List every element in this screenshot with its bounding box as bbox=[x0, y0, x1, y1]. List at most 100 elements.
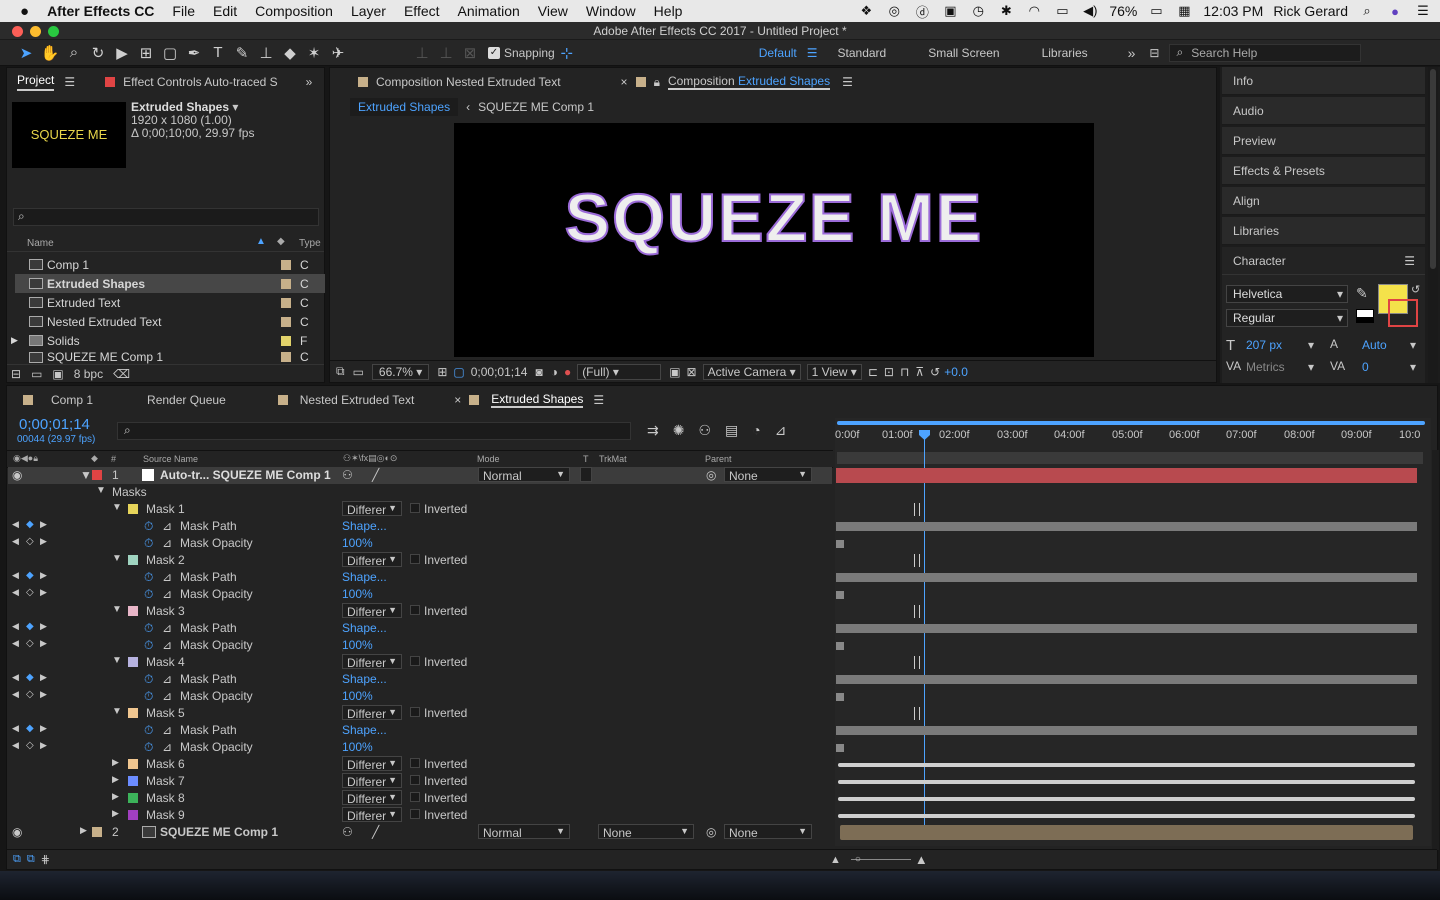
trash-icon[interactable]: ⌫ bbox=[113, 367, 130, 381]
mask-row[interactable]: ▼ Mask 2 Differer ▼ Inverted bbox=[8, 552, 832, 569]
layer-row[interactable]: ◉ ▶ 2 SQUEZE ME Comp 1 ⚇ ╱ Normal ▼ None ▼… bbox=[8, 824, 832, 841]
mask-mode-dropdown[interactable]: Differer ▼ bbox=[342, 654, 402, 670]
timeline-search-input[interactable]: ⌕ bbox=[117, 422, 631, 440]
mask-opacity-value[interactable]: 100% bbox=[342, 638, 373, 652]
layer-time-marker[interactable] bbox=[914, 554, 920, 567]
search-help-input[interactable]: Search Help bbox=[1191, 46, 1257, 60]
mask-opacity-value[interactable]: 100% bbox=[342, 536, 373, 550]
keyframe-icon[interactable]: ◇ bbox=[26, 740, 34, 751]
next-keyframe-icon[interactable]: ▶ bbox=[40, 621, 47, 632]
graph-icon[interactable]: ⊿ bbox=[162, 587, 172, 601]
project-item[interactable]: SQUEZE ME Comp 1 C bbox=[15, 350, 325, 364]
graph-icon[interactable]: ⊿ bbox=[162, 689, 172, 703]
workspace-libraries[interactable]: Libraries bbox=[1042, 46, 1088, 60]
resolution-dropdown[interactable]: (Full) ▾ bbox=[577, 363, 662, 380]
stroke-color-swatch[interactable] bbox=[1388, 299, 1418, 327]
quality-switch-icon[interactable]: ╱ bbox=[372, 825, 379, 839]
tab-nested-extruded-text[interactable]: Composition Nested Extruded Text bbox=[376, 75, 561, 89]
prev-keyframe-icon[interactable]: ◀ bbox=[12, 536, 19, 547]
keyframe-icon[interactable]: ◆ bbox=[26, 621, 34, 632]
composition-mini-flowchart-icon[interactable]: ⇉ bbox=[647, 422, 659, 439]
eraser-tool-icon[interactable]: ◆ bbox=[278, 42, 302, 64]
reset-exposure-icon[interactable]: ↺ bbox=[930, 365, 940, 379]
mask-name[interactable]: Mask 9 bbox=[146, 808, 185, 822]
timeline-icon[interactable]: ⊓ bbox=[900, 365, 909, 379]
menu-window[interactable]: Window bbox=[577, 3, 645, 19]
label-swatch[interactable] bbox=[128, 776, 138, 786]
visibility-eye-icon[interactable]: ◉ bbox=[12, 825, 22, 839]
mask-keyframe-track[interactable] bbox=[838, 780, 1415, 784]
panel-audio[interactable]: Audio bbox=[1222, 97, 1425, 125]
mask-mode-dropdown[interactable]: Differer ▼ bbox=[342, 807, 402, 823]
volume-icon[interactable]: ◀) bbox=[1081, 3, 1099, 19]
source-name-column[interactable]: Source Name bbox=[143, 454, 198, 464]
label-column-icon[interactable]: ◆ bbox=[277, 236, 285, 247]
font-family-dropdown[interactable]: Helvetica ▾ bbox=[1226, 285, 1348, 303]
pan-behind-tool-icon[interactable]: ⊞ bbox=[134, 42, 158, 64]
expand-arrow-icon[interactable]: ▶ bbox=[112, 774, 119, 785]
timeline-current-time[interactable]: 0;00;01;14 bbox=[19, 416, 90, 433]
stopwatch-icon[interactable]: ⏱︎ bbox=[144, 536, 153, 551]
mask-mode-dropdown[interactable]: Differer ▼ bbox=[342, 790, 402, 806]
mask-name[interactable]: Mask 4 bbox=[146, 655, 185, 669]
mask-opacity-value[interactable]: 100% bbox=[342, 740, 373, 754]
expand-arrow-icon[interactable]: ▶ bbox=[112, 808, 119, 819]
puppet-pin-tool-icon[interactable]: ✈ bbox=[326, 42, 350, 64]
tab-extruded-shapes[interactable]: Extruded Shapes bbox=[491, 392, 584, 408]
keyframe-icon[interactable]: ◆ bbox=[26, 723, 34, 734]
in-out-toggle-icon[interactable]: ⋕ bbox=[41, 853, 50, 866]
breadcrumb-extruded-shapes[interactable]: Extruded Shapes bbox=[350, 98, 459, 116]
rotate-tool-icon[interactable]: ↻ bbox=[86, 42, 110, 64]
bluetooth-icon[interactable]: ✱ bbox=[997, 3, 1015, 19]
mask-row[interactable]: ▶ Mask 9 Differer ▼ Inverted bbox=[8, 807, 832, 824]
menu-app[interactable]: After Effects CC bbox=[38, 3, 163, 19]
keyframe-marker[interactable] bbox=[836, 693, 844, 701]
layer-time-marker[interactable] bbox=[914, 707, 920, 720]
apple-icon[interactable]: ● bbox=[0, 3, 38, 20]
menu-file[interactable]: File bbox=[163, 3, 204, 19]
tab-effect-controls[interactable]: Effect Controls Auto-traced S bbox=[123, 75, 278, 89]
tracking-value[interactable]: 0 bbox=[1362, 360, 1369, 374]
project-search-input[interactable]: ⌕ bbox=[13, 208, 319, 226]
timeline-menu-icon[interactable]: ☰ bbox=[593, 393, 604, 407]
draft-3d-icon[interactable]: ✺ bbox=[673, 422, 685, 439]
keyframe-marker[interactable] bbox=[836, 540, 844, 548]
prev-keyframe-icon[interactable]: ◀ bbox=[12, 519, 19, 530]
mask-keyframe-track[interactable] bbox=[838, 797, 1415, 801]
stopwatch-icon[interactable]: ⏱︎ bbox=[144, 723, 153, 738]
mask-opacity-row[interactable]: ◀ ◇ ▶ ⏱︎ ⊿ Mask Opacity 100% bbox=[8, 535, 832, 552]
hide-shy-layers-icon[interactable]: ⚇ bbox=[698, 422, 711, 439]
new-comp-icon[interactable]: ▣ bbox=[52, 367, 63, 381]
tab-project[interactable]: Project bbox=[17, 73, 55, 91]
mask-row[interactable]: ▼ Mask 1 Differer ▼ Inverted bbox=[8, 501, 832, 518]
bpc-button[interactable]: 8 bpc bbox=[74, 367, 103, 381]
parent-column[interactable]: Parent bbox=[705, 454, 732, 464]
next-keyframe-icon[interactable]: ▶ bbox=[40, 723, 47, 734]
mask-name[interactable]: Mask 3 bbox=[146, 604, 185, 618]
label-swatch[interactable] bbox=[92, 470, 102, 480]
menu-edit[interactable]: Edit bbox=[204, 3, 246, 19]
layer-duration-bar[interactable] bbox=[836, 468, 1417, 483]
label-swatch[interactable] bbox=[128, 793, 138, 803]
next-keyframe-icon[interactable]: ▶ bbox=[40, 689, 47, 700]
mask-mode-dropdown[interactable]: Differer ▼ bbox=[342, 603, 402, 619]
mask-row[interactable]: ▼ Mask 5 Differer ▼ Inverted bbox=[8, 705, 832, 722]
prev-keyframe-icon[interactable]: ◀ bbox=[12, 689, 19, 700]
tab-render-queue[interactable]: Render Queue bbox=[147, 393, 226, 407]
prev-keyframe-icon[interactable]: ◀ bbox=[12, 723, 19, 734]
menu-help[interactable]: Help bbox=[645, 3, 692, 19]
keyframe-icon[interactable]: ◇ bbox=[26, 536, 34, 547]
transfer-controls-toggle-icon[interactable]: ⧉ bbox=[27, 853, 35, 866]
new-folder-icon[interactable]: ▭ bbox=[31, 367, 42, 381]
keyframe-marker[interactable] bbox=[836, 744, 844, 752]
mask-path-row[interactable]: ◀ ◆ ▶ ⏱︎ ⊿ Mask Path Shape... bbox=[8, 620, 832, 637]
column-type[interactable]: Type bbox=[299, 238, 321, 249]
graph-icon[interactable]: ⊿ bbox=[162, 519, 172, 533]
project-item[interactable]: ▶ Solids F bbox=[11, 331, 325, 350]
black-white-swatch[interactable] bbox=[1356, 309, 1374, 323]
keyframe-bar[interactable] bbox=[836, 726, 1417, 735]
mask-row[interactable]: ▶ Mask 6 Differer ▼ Inverted bbox=[8, 756, 832, 773]
mask-keyframe-track[interactable] bbox=[838, 763, 1415, 767]
mask-mode-dropdown[interactable]: Differer ▼ bbox=[342, 552, 402, 568]
time-machine-icon[interactable]: ◷ bbox=[969, 3, 987, 19]
